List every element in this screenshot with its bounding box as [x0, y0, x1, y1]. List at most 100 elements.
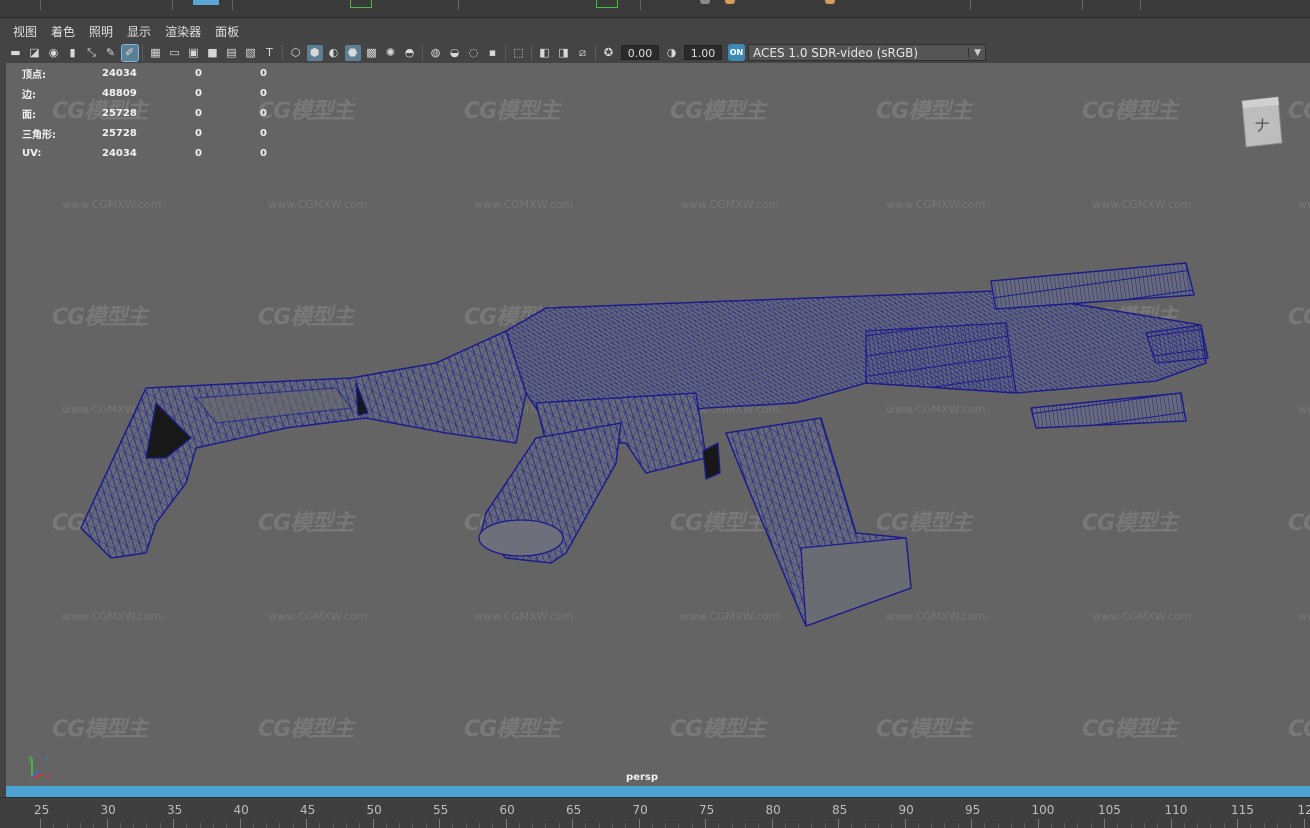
ruler-minor-tick: [1197, 823, 1199, 828]
ruler-minor-tick: [266, 823, 268, 828]
ruler-tick-label: 50: [366, 803, 382, 817]
color-space-dropdown[interactable]: ACES 1.0 SDR-video (sRGB) ▼: [748, 44, 986, 61]
ruler-tick-label: 75: [699, 803, 715, 817]
panel-toolbar: ▬ ◪ ◉ ▮ ⤡ ✎ ✐ ▦ ▭ ▣ ■ ▤ ▧ T ⬡ ⬢ ◐ ⬣ ▩ ✺ …: [6, 42, 1310, 63]
depth-of-field-icon[interactable]: ▪: [485, 45, 501, 61]
time-slider-bar[interactable]: [6, 786, 1310, 797]
ruler-minor-tick: [758, 823, 760, 828]
safe-title-icon[interactable]: T: [262, 45, 278, 61]
wireframe-on-shaded-icon[interactable]: ⬣: [344, 44, 361, 61]
gamma-field[interactable]: 1.00: [684, 45, 722, 60]
ruler-minor-tick: [1117, 823, 1119, 828]
hud-row-verts: 顶点: 24034 0 0: [22, 67, 267, 81]
ruler-minor-tick: [744, 823, 746, 828]
ruler-tick-label: 12: [1297, 803, 1310, 817]
ruler-minor-tick: [226, 823, 228, 828]
motion-blur-icon[interactable]: ◒: [447, 45, 463, 61]
ruler-minor-tick: [1077, 823, 1079, 828]
menu-shading[interactable]: 着色: [44, 23, 82, 40]
ruler-tick-label: 110: [1164, 803, 1188, 817]
ruler-tick-label: 40: [233, 803, 249, 817]
gamma-icon[interactable]: ◑: [664, 45, 680, 61]
select-camera-icon[interactable]: ▬: [8, 45, 24, 61]
ruler-minor-tick: [93, 823, 95, 828]
ruler-major-tick: [838, 819, 839, 828]
ruler-tick-label: 100: [1031, 803, 1055, 817]
menu-renderer[interactable]: 渲染器: [158, 23, 208, 40]
menu-lighting[interactable]: 照明: [82, 23, 120, 40]
svg-text:x: x: [46, 773, 50, 781]
ruler-minor-tick: [146, 823, 148, 828]
exposure-icon[interactable]: ✪: [601, 45, 617, 61]
svg-text:y: y: [28, 754, 32, 762]
ruler-major-tick: [572, 819, 573, 828]
ruler-minor-tick: [625, 823, 627, 828]
ruler-minor-tick: [186, 823, 188, 828]
ruler-tick-label: 70: [632, 803, 648, 817]
menu-view[interactable]: 视图: [6, 23, 44, 40]
screen-space-ao-icon[interactable]: ◍: [428, 45, 444, 61]
xray-icon[interactable]: ◧: [537, 45, 553, 61]
2d-pan-zoom-icon[interactable]: ⤡: [84, 45, 100, 61]
time-ruler[interactable]: 25 30 35 40 45 50 55 60 65 70 75 80 85 90 95 100 105 110 1…: [0, 797, 1310, 828]
ruler-minor-tick: [917, 823, 919, 828]
xray-joints-icon[interactable]: ◨: [556, 45, 572, 61]
ruler-major-tick: [40, 819, 41, 828]
safe-action-icon[interactable]: ▧: [243, 45, 259, 61]
ruler-minor-tick: [651, 823, 653, 828]
ruler-minor-tick: [1210, 823, 1212, 828]
shadows-icon[interactable]: ◓: [402, 45, 418, 61]
gate-mask-icon[interactable]: ■: [205, 45, 221, 61]
resolution-gate-icon[interactable]: ▣: [186, 45, 202, 61]
ruler-minor-tick: [452, 823, 454, 828]
grid-icon[interactable]: ▦: [148, 45, 164, 61]
ruler-minor-tick: [864, 823, 866, 828]
ruler-major-tick: [239, 819, 241, 828]
ruler-minor-tick: [66, 823, 68, 828]
menu-panels[interactable]: 面板: [208, 23, 246, 40]
ruler-major-tick: [705, 819, 706, 828]
ruler-tick-label: 65: [566, 803, 582, 817]
ruler-tick-label: 90: [898, 803, 914, 817]
ruler-major-tick: [372, 819, 374, 828]
isolate-select-icon[interactable]: ⬚: [511, 45, 527, 61]
color-management-toggle[interactable]: ON: [728, 44, 745, 61]
ruler-minor-tick: [1183, 823, 1185, 828]
image-plane-icon[interactable]: ▮: [65, 45, 81, 61]
ruler-minor-tick: [1010, 823, 1012, 828]
exposure-field[interactable]: 0.00: [621, 45, 659, 60]
field-chart-icon[interactable]: ▤: [224, 45, 240, 61]
ruler-minor-tick: [1290, 823, 1292, 828]
ruler-minor-tick: [997, 823, 999, 828]
grease-pencil-icon[interactable]: ✎: [103, 45, 119, 61]
use-all-lights-icon[interactable]: ✺: [383, 45, 399, 61]
ruler-minor-tick: [292, 823, 294, 828]
ruler-major-tick: [1104, 819, 1105, 828]
xray-components-icon[interactable]: ⧄: [575, 45, 591, 61]
ruler-minor-tick: [558, 823, 560, 828]
ruler-minor-tick: [319, 823, 321, 828]
ruler-major-tick: [505, 819, 507, 828]
menu-show[interactable]: 显示: [120, 23, 158, 40]
smooth-shade-icon[interactable]: ⬢: [306, 44, 323, 61]
ruler-minor-tick: [1143, 823, 1145, 828]
textured-icon[interactable]: ▩: [364, 45, 380, 61]
ruler-minor-tick: [478, 823, 480, 828]
camera-attributes-icon[interactable]: ◪: [27, 45, 43, 61]
ruler-tick-label: 45: [300, 803, 316, 817]
ruler-major-tick: [1037, 819, 1039, 828]
wireframe-icon[interactable]: ⬡: [288, 45, 304, 61]
film-gate-icon[interactable]: ▭: [167, 45, 183, 61]
pencil-tool-icon[interactable]: ✐: [120, 43, 139, 62]
ruler-major-tick: [771, 819, 773, 828]
default-material-icon[interactable]: ◐: [326, 45, 342, 61]
perspective-viewport[interactable]: CG模型主CG模型主CG模型主CG模型主www.CGMXW.comwww.CGM…: [6, 63, 1310, 786]
ruler-tick-label: 105: [1098, 803, 1121, 817]
bookmark-icon[interactable]: ◉: [46, 45, 62, 61]
multisample-aa-icon[interactable]: ◌: [466, 45, 482, 61]
hud-row-uvs: UV: 24034 0 0: [22, 147, 267, 159]
ruler-minor-tick: [492, 823, 494, 828]
ruler-minor-tick: [545, 823, 547, 828]
view-cube-icon[interactable]: ナ: [1238, 93, 1284, 149]
rifle-wireframe-model[interactable]: [6, 63, 1310, 786]
